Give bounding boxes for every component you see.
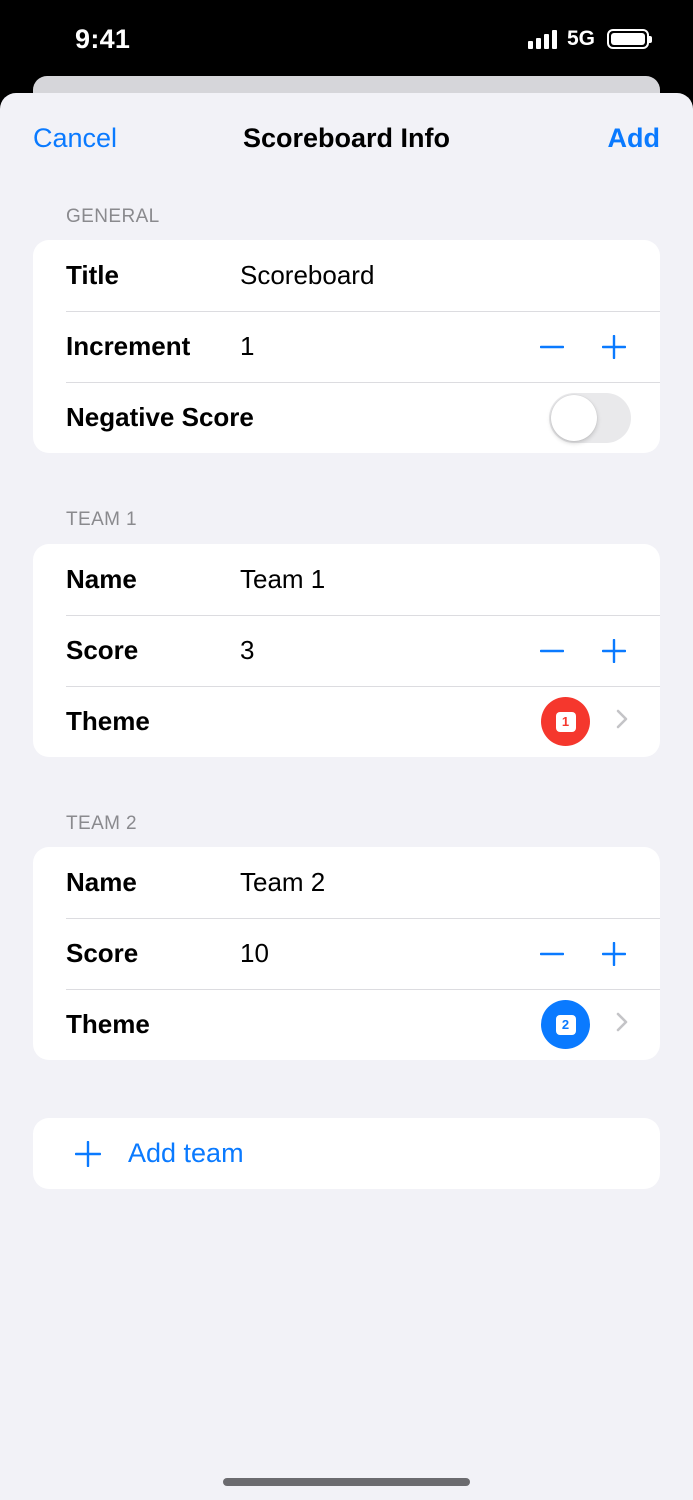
team-2-name-row: Name Team 2 <box>33 847 660 918</box>
add-team-label: Add team <box>128 1138 244 1168</box>
minus-icon[interactable] <box>536 938 568 970</box>
team-2-score-row: Score 10 <box>33 918 660 989</box>
theme-label: Theme <box>66 706 150 736</box>
team-1-theme-row[interactable]: Theme 1 <box>33 686 660 757</box>
battery-icon <box>607 29 652 49</box>
chevron-right-icon <box>616 709 628 734</box>
name-label: Name <box>66 564 137 594</box>
team-2-theme-row[interactable]: Theme 2 <box>33 989 660 1060</box>
increment-stepper <box>536 331 630 363</box>
minus-icon[interactable] <box>536 635 568 667</box>
team-2-score-stepper <box>536 938 630 970</box>
general-group: Title Scoreboard Increment 1 Negative Sc… <box>33 240 660 453</box>
network-type: 5G <box>566 27 595 50</box>
theme-number: 1 <box>555 711 576 732</box>
team-2-theme-badge: 2 <box>541 1000 590 1049</box>
team-1-score-row: Score 3 <box>33 615 660 686</box>
increment-label: Increment <box>66 331 191 361</box>
section-header-general: GENERAL <box>66 206 160 227</box>
plus-icon[interactable] <box>598 938 630 970</box>
team-1-score-stepper <box>536 635 630 667</box>
section-header-team-2: TEAM 2 <box>66 813 138 834</box>
signal-icon <box>527 29 557 49</box>
add-button[interactable]: Add <box>608 123 660 154</box>
title-field[interactable]: Scoreboard <box>240 260 374 291</box>
section-header-team-1: TEAM 1 <box>66 509 138 530</box>
theme-selector: 2 <box>541 1000 628 1049</box>
negative-score-toggle[interactable] <box>549 392 631 443</box>
team-1-group: Name Team 1 Score 3 Theme 1 <box>33 544 660 757</box>
title-label: Title <box>66 260 119 290</box>
cancel-button[interactable]: Cancel <box>33 123 117 154</box>
team-2-score-value: 10 <box>240 938 269 968</box>
theme-selector: 1 <box>541 697 628 746</box>
home-indicator <box>223 1478 470 1486</box>
add-team-button[interactable]: Add team <box>33 1118 660 1189</box>
team-2-name-field[interactable]: Team 2 <box>240 867 325 898</box>
chevron-right-icon <box>616 1012 628 1037</box>
negative-score-label: Negative Score <box>66 402 254 432</box>
theme-number: 2 <box>555 1014 576 1035</box>
plus-icon[interactable] <box>598 635 630 667</box>
title-row: Title Scoreboard <box>33 240 660 311</box>
status-bar: 9:41 5G <box>0 0 693 80</box>
plus-icon <box>74 1140 102 1172</box>
increment-row: Increment 1 <box>33 311 660 382</box>
team-1-theme-badge: 1 <box>541 697 590 746</box>
team-1-name-field[interactable]: Team 1 <box>240 564 325 595</box>
status-indicators: 5G <box>527 27 652 51</box>
negative-score-row: Negative Score <box>33 382 660 453</box>
team-1-score-value: 3 <box>240 635 255 665</box>
name-label: Name <box>66 867 137 897</box>
team-1-name-row: Name Team 1 <box>33 544 660 615</box>
minus-icon[interactable] <box>536 331 568 363</box>
score-label: Score <box>66 635 139 665</box>
plus-icon[interactable] <box>598 331 630 363</box>
increment-value: 1 <box>240 331 255 361</box>
score-label: Score <box>66 938 139 968</box>
team-2-group: Name Team 2 Score 10 Theme 2 <box>33 847 660 1060</box>
theme-label: Theme <box>66 1009 150 1039</box>
status-time: 9:41 <box>75 24 131 54</box>
scoreboard-info-sheet: Scoreboard Info Cancel Add GENERAL Title… <box>0 93 693 1500</box>
